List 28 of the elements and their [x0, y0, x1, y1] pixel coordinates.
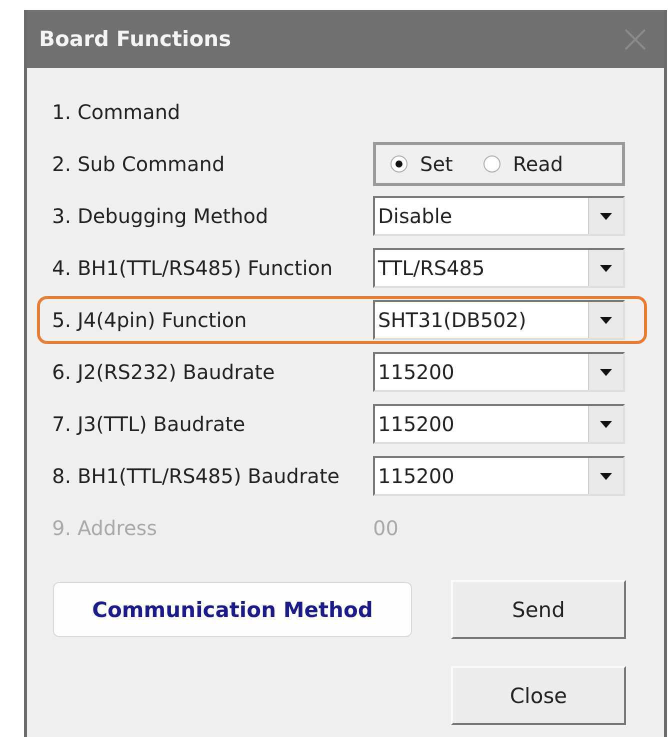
dropdown[interactable]: 115200 [373, 456, 625, 496]
dropdown-arrow-icon [600, 212, 612, 220]
field-label: 5. J4(4pin) Function [52, 308, 248, 332]
field-label: 9. Address [52, 516, 158, 540]
field-label: 6. J2(RS232) Baudrate [52, 360, 276, 384]
field-label: 4. BH1(TTL/RS485) Function [52, 256, 334, 280]
send-button[interactable]: Send [451, 580, 626, 639]
radio-option[interactable]: Set [390, 152, 453, 176]
dropdown[interactable]: Disable [373, 196, 625, 236]
dropdown[interactable]: SHT31(DB502) [373, 300, 625, 340]
field-label: 7. J3(TTL) Baudrate [52, 412, 246, 436]
dropdown-arrow-icon [600, 316, 612, 324]
field-label: 2. Sub Command [52, 152, 226, 176]
field-label: 1. Command [52, 100, 182, 124]
dropdown[interactable]: 115200 [373, 352, 625, 392]
close-button[interactable]: Close [451, 666, 626, 725]
communication-method-button[interactable]: Communication Method [53, 582, 412, 637]
window-title: Board Functions [39, 27, 232, 51]
dropdown-arrow-icon [600, 420, 612, 428]
radio-option[interactable]: Read [482, 152, 564, 176]
dropdown-arrow-icon [600, 368, 612, 376]
dropdown[interactable]: TTL/RS485 [373, 248, 625, 288]
field-value: 00 [373, 516, 400, 540]
dropdown[interactable]: 115200 [373, 404, 625, 444]
dropdown-arrow-icon [600, 472, 612, 480]
field-label: 8. BH1(TTL/RS485) Baudrate [52, 464, 341, 488]
dropdown-arrow-icon [600, 264, 612, 272]
field-label: 3. Debugging Method [52, 204, 270, 228]
